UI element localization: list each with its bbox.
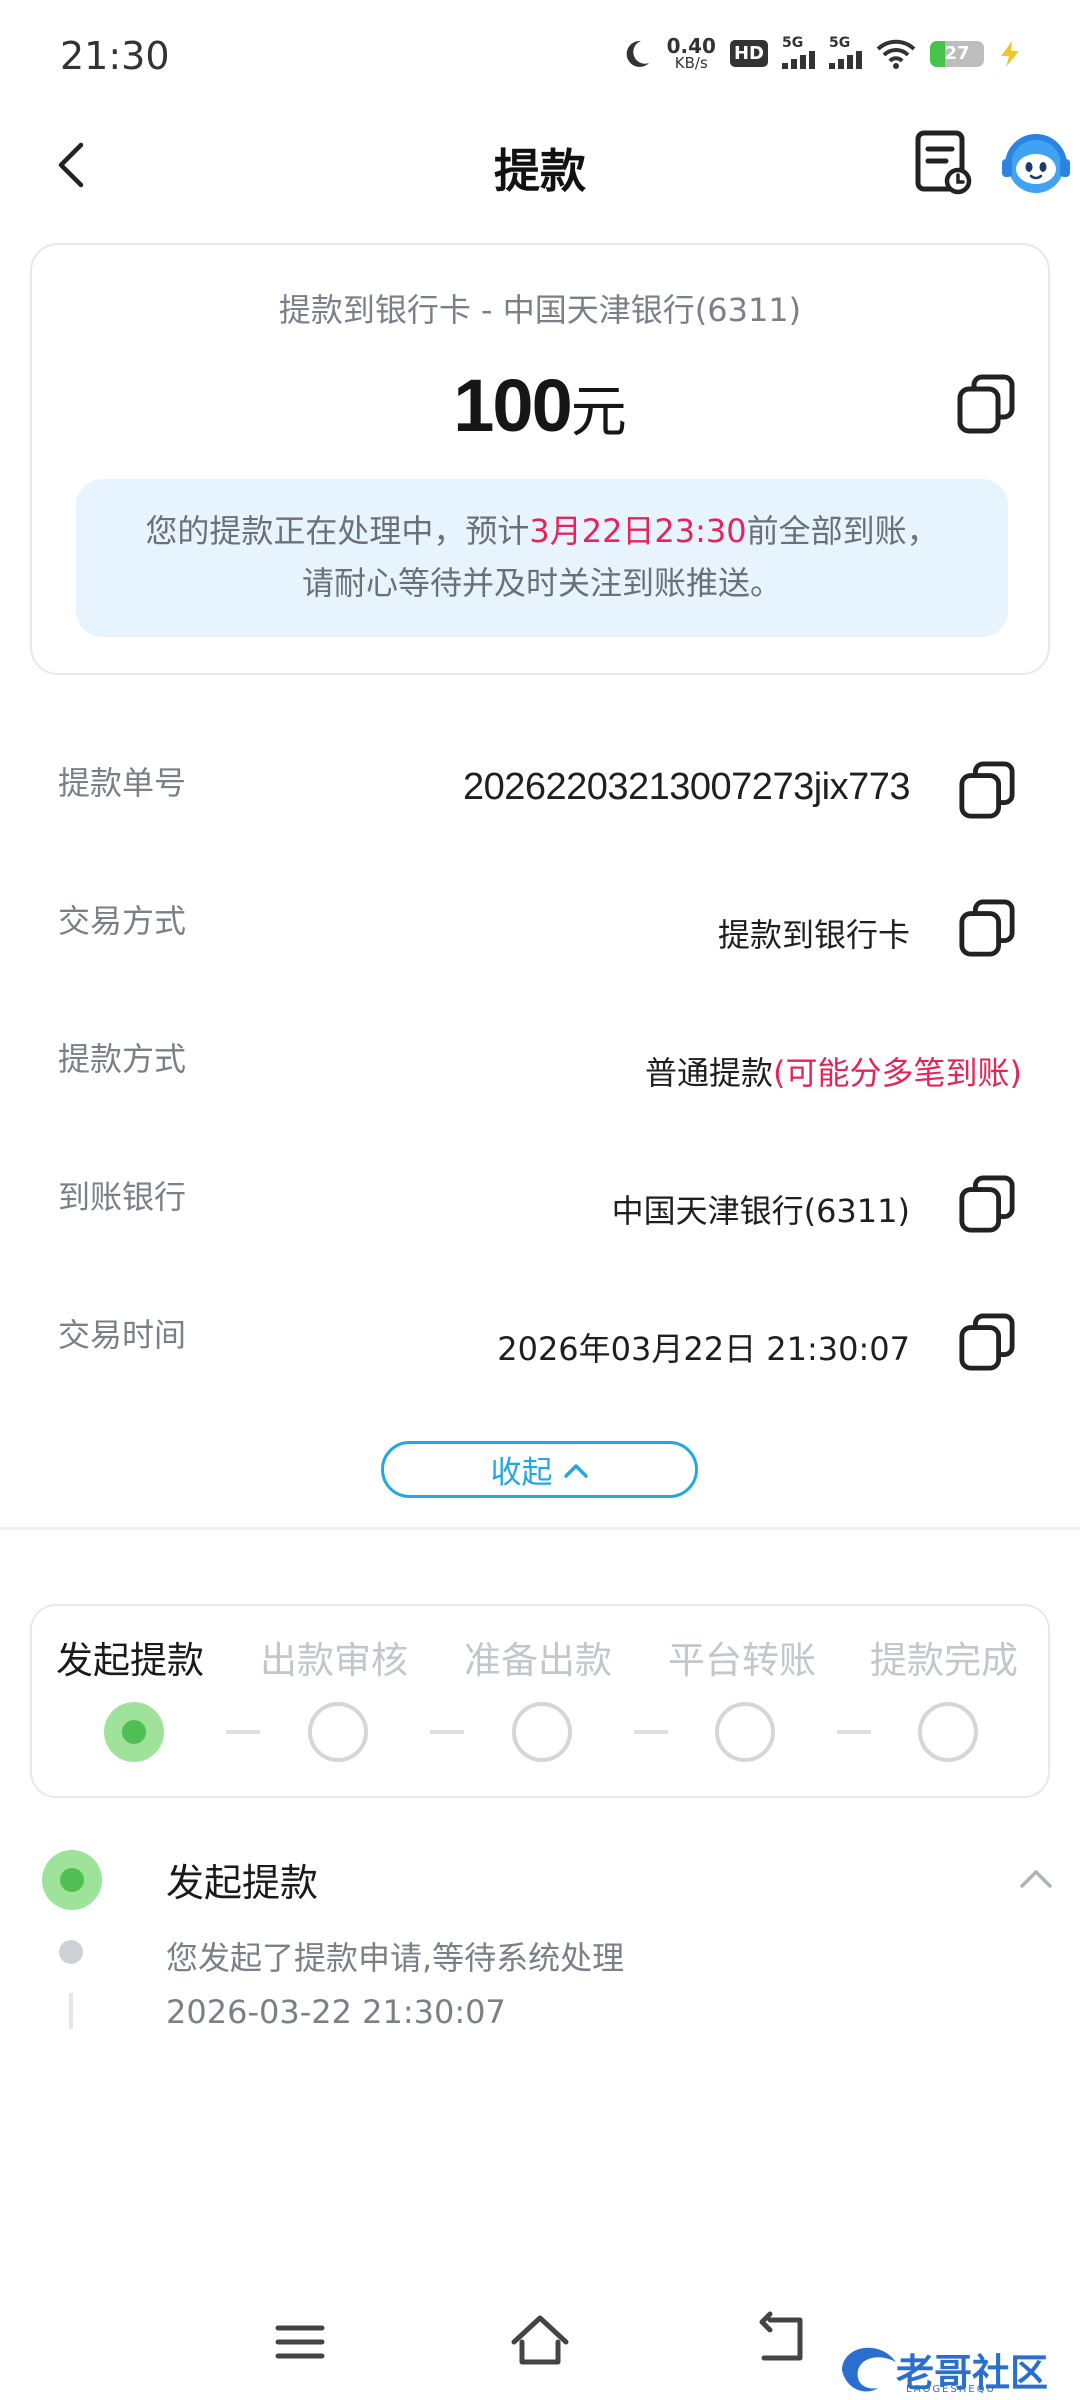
step-connector: [226, 1730, 260, 1734]
split-notice: (可能分多笔到账): [773, 1054, 1022, 1092]
step-dot: [308, 1702, 368, 1762]
copy-icon[interactable]: [956, 373, 1016, 437]
detail-row-trade-method: 交易方式 提款到银行卡: [0, 896, 1080, 986]
progress-stepper: 发起提款 出款审核 准备出款 平台转账 提款完成: [30, 1604, 1050, 1798]
timeline-title: 发起提款: [166, 1861, 319, 1905]
customer-service-icon[interactable]: [998, 125, 1074, 201]
home-icon[interactable]: [508, 2310, 572, 2370]
detail-label: 交易方式: [58, 902, 187, 940]
step-connector: [634, 1730, 668, 1734]
copy-icon[interactable]: [958, 760, 1016, 822]
detail-row-withdraw-method: 提款方式 普通提款(可能分多笔到账): [0, 1034, 1080, 1124]
bank-value: 中国天津银行(6311): [611, 1192, 910, 1230]
amount: 100元: [32, 363, 1048, 448]
detail-label: 到账银行: [58, 1178, 187, 1216]
battery-icon: 27: [930, 40, 984, 67]
dragon-logo-icon: [842, 2347, 896, 2392]
status-icons: 0.40 KB/s HD 5G 5G 27: [619, 34, 1022, 72]
status-bar: 21:30 0.40 KB/s HD 5G 5G 27: [0, 0, 1080, 115]
detail-label: 提款方式: [58, 1040, 187, 1078]
signal-icon: 5G: [782, 35, 815, 69]
withdraw-method-value: 普通提款(可能分多笔到账): [645, 1054, 1022, 1092]
step-dot: [715, 1702, 775, 1762]
step-dot: [512, 1702, 572, 1762]
processing-notice: 您的提款正在处理中，预计3月22日23:30前全部到账， 请耐心等待并及时关注到…: [76, 479, 1008, 637]
timeline-description: 您发起了提款申请,等待系统处理: [166, 1939, 625, 1977]
timeline-dot: [59, 1940, 83, 1964]
step-label: 准备出款: [464, 1639, 612, 1682]
net-speed: 0.40 KB/s: [666, 34, 716, 72]
back-icon[interactable]: [752, 2310, 808, 2370]
withdraw-summary-card: 提款到银行卡 - 中国天津银行(6311) 100元 您的提款正在处理中，预计3…: [30, 243, 1050, 675]
timeline-line: [69, 1993, 73, 2029]
signal-icon: 5G: [829, 35, 862, 69]
detail-row-time: 交易时间 2026年03月22日 21:30:07: [0, 1310, 1080, 1400]
step-dot-active: [104, 1702, 164, 1762]
charging-icon: [1001, 40, 1019, 67]
step-label: 平台转账: [668, 1639, 816, 1682]
chevron-up-icon[interactable]: [1016, 1864, 1056, 1894]
order-number: 20262203213007273jix773: [462, 766, 911, 808]
section-divider: [0, 1527, 1080, 1530]
collapse-button[interactable]: 收起: [381, 1441, 698, 1498]
status-time: 21:30: [60, 34, 170, 78]
copy-icon[interactable]: [958, 1312, 1016, 1374]
timeline-time: 2026-03-22 21:30:07: [166, 1993, 506, 2031]
detail-label: 提款单号: [58, 764, 187, 802]
step-label: 发起提款: [56, 1639, 204, 1682]
trade-time-value: 2026年03月22日 21:30:07: [497, 1330, 910, 1368]
record-icon[interactable]: [912, 129, 976, 197]
eta-highlight: 3月22日23:30: [529, 512, 747, 550]
amount-value: 100: [453, 364, 572, 447]
step-connector: [837, 1730, 871, 1734]
watermark-subtext: LAOGESHEQU: [906, 2384, 996, 2395]
destination-text: 提款到银行卡 - 中国天津银行(6311): [278, 291, 802, 329]
app-header: 提款: [0, 115, 1080, 215]
chevron-up-icon: [563, 1463, 588, 1478]
trade-method-value: 提款到银行卡: [717, 916, 910, 954]
amount-unit: 元: [570, 380, 627, 445]
wifi-icon: [876, 39, 916, 69]
copy-icon[interactable]: [958, 1174, 1016, 1236]
copy-icon[interactable]: [958, 898, 1016, 960]
menu-icon[interactable]: [272, 2314, 328, 2370]
detail-row-order-no: 提款单号 20262203213007273jix773: [0, 758, 1080, 848]
timeline-dot-active: [42, 1850, 102, 1910]
detail-label: 交易时间: [58, 1316, 187, 1354]
step-dot: [918, 1702, 978, 1762]
moon-icon: [626, 40, 649, 67]
step-label: 提款完成: [870, 1639, 1018, 1682]
step-connector: [430, 1730, 464, 1734]
detail-row-bank: 到账银行 中国天津银行(6311): [0, 1172, 1080, 1262]
watermark-logo: 老哥社区 LAOGESHEQU: [834, 2340, 1070, 2400]
hd-badge: HD: [729, 40, 768, 67]
collapse-label: 收起: [490, 1455, 553, 1491]
step-label: 出款审核: [260, 1639, 408, 1682]
